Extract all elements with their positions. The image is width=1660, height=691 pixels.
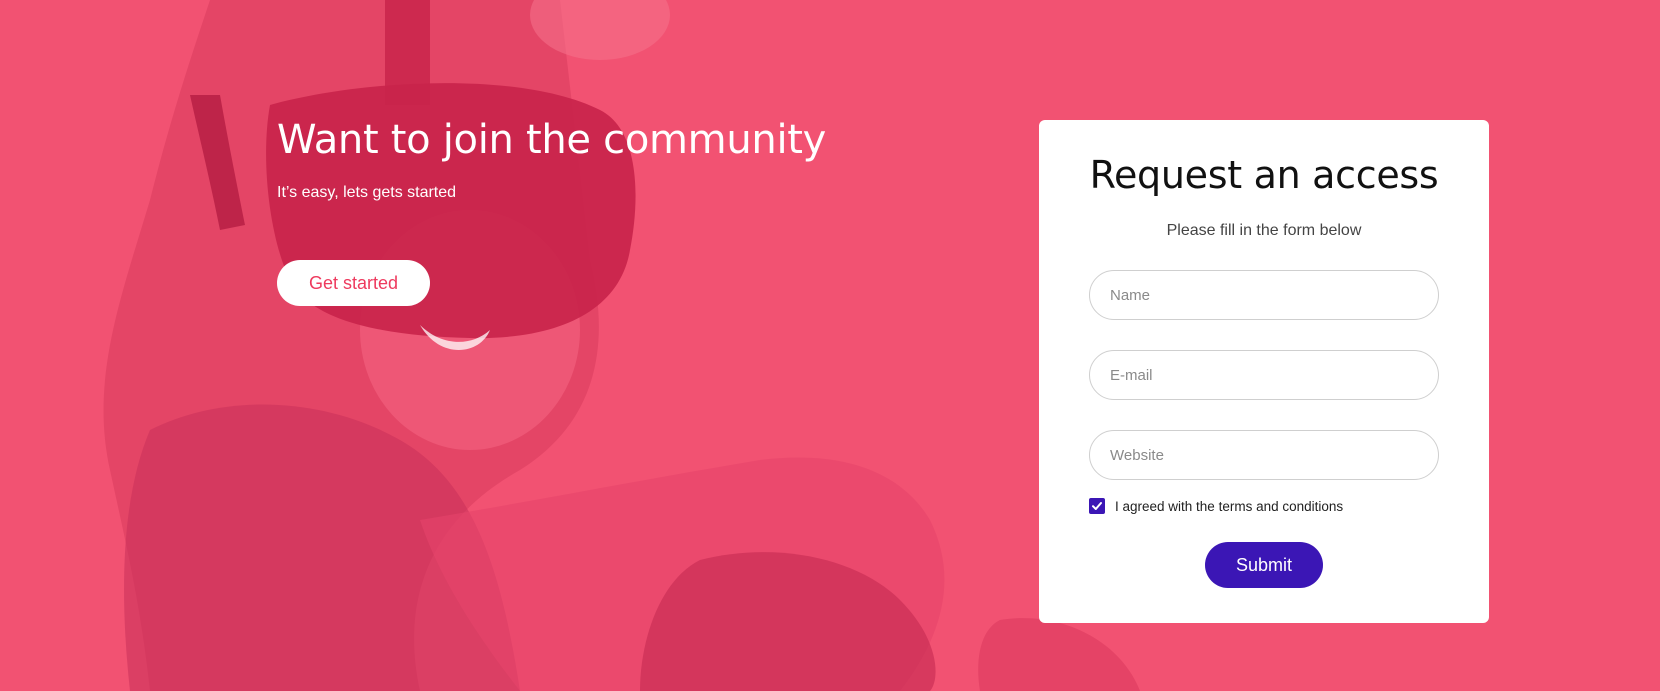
request-access-card: Request an access Please fill in the for… [1039,120,1489,623]
terms-checkbox[interactable] [1089,498,1105,514]
checkmark-icon [1092,502,1102,510]
website-input[interactable] [1089,430,1439,480]
form-subtitle: Please fill in the form below [1166,222,1362,239]
hero-section: Want to join the community It’s easy, le… [0,0,1660,691]
form-title: Request an access [1089,153,1439,197]
hero-text-block: Want to join the community It’s easy, le… [277,112,837,204]
terms-row: I agreed with the terms and conditions [1089,496,1343,516]
name-input[interactable] [1089,270,1439,320]
email-input[interactable] [1089,350,1439,400]
get-started-button[interactable]: Get started [277,260,430,306]
submit-button[interactable]: Submit [1205,542,1323,588]
hero-subtitle: It’s easy, lets gets started [277,184,457,201]
terms-label: I agreed with the terms and conditions [1115,498,1344,514]
hero-title: Want to join the community [277,117,827,163]
